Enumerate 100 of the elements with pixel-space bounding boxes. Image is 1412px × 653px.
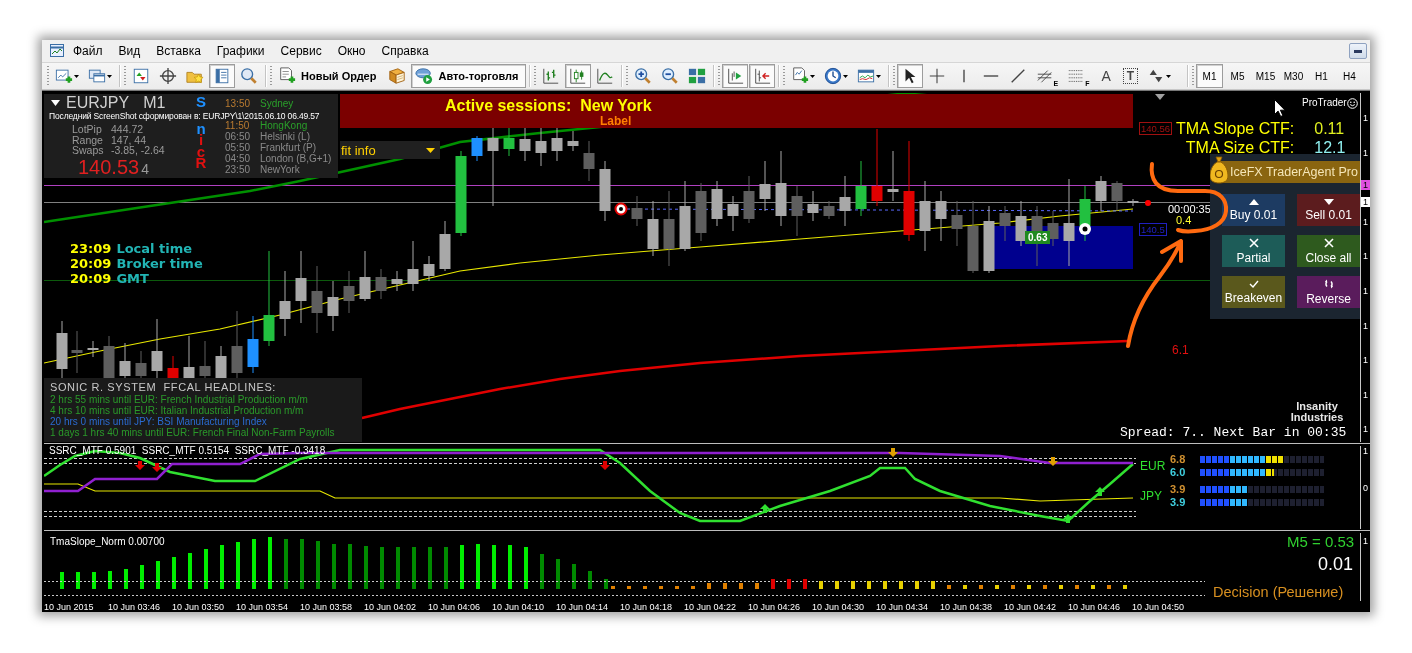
histogram-bar [364,545,368,589]
clock-icon[interactable] [823,67,842,85]
tma-value: 12.1 [1313,138,1347,157]
candlestick [1015,200,1027,247]
timeframe-button[interactable]: M15 [1252,64,1279,88]
candlestick [519,127,531,162]
candlestick [343,270,355,314]
signal-bar [1011,584,1015,589]
candlestick [279,270,291,337]
status-text: Spread: 7.. Next Bar in 00:35 [1120,426,1347,440]
down-triangle-icon[interactable] [1323,198,1334,205]
headline-text: 2 hrs 55 mins until EUR: French Industrial Production m/m [50,394,309,405]
trade-button[interactable]: Breakeven [1222,276,1285,308]
caret-icon[interactable] [875,74,881,78]
candlestick [391,270,403,292]
histogram-bar [348,543,352,589]
time-axis-label: 10 Jun 04:26 [748,600,802,612]
check-icon[interactable] [1248,279,1259,288]
indicator-letter: R [195,157,207,169]
histogram-bar [588,570,592,589]
trade-button[interactable]: Reverse [1297,276,1360,308]
session-time: 11:50 [225,120,251,131]
menu-item[interactable]: Графики [208,41,273,61]
timeframe-button[interactable]: M1 [1196,64,1223,88]
menu-item[interactable]: Окно [329,41,374,61]
indicator-letter: i [198,134,204,146]
scale-label: 0 [1363,482,1368,493]
menu-item[interactable]: Вставка [148,41,209,61]
caret-icon[interactable] [842,74,848,78]
menu-item[interactable]: Файл [65,41,111,61]
template-icon[interactable] [856,67,875,85]
candlestick [199,340,211,380]
price-scale-label: 1 [1363,286,1368,296]
menu-item[interactable]: Справка [373,41,437,61]
money-bag-icon [1210,154,1228,184]
down-arrow-icon [888,447,898,457]
close-icon[interactable] [1248,237,1259,248]
auto-trading-button[interactable]: Авто-торговля [411,64,526,88]
minimize-icon[interactable] [1354,49,1362,53]
time-axis-label: 10 Jun 04:30 [812,600,866,612]
caret-icon[interactable] [107,74,112,78]
timeframe-button[interactable]: M5 [1224,64,1251,88]
caret-icon[interactable] [51,100,60,106]
caret-icon[interactable] [74,74,79,78]
stat-value: -3.85, -2.64 [111,145,165,156]
time-axis-label: 10 Jun 04:02 [364,600,418,612]
caret-icon[interactable] [1166,74,1172,78]
candlestick [1127,198,1139,207]
trade-button[interactable]: Close all [1297,235,1360,267]
profit-badge: 0.63 [1025,231,1051,244]
menu-item[interactable]: Вид [110,41,149,61]
trade-button[interactable]: Partial [1222,235,1285,267]
trade-button[interactable]: Sell 0.01 [1297,194,1360,226]
candlestick [311,265,323,334]
close-icon[interactable] [1323,237,1334,248]
cap-play-icon[interactable] [415,67,434,85]
chart-plus-icon[interactable] [55,67,73,85]
toolbar-button[interactable]: T [1118,64,1143,88]
reverse-icon[interactable] [1323,278,1334,289]
info-dropdown[interactable]: fit info [340,141,440,159]
candlestick [935,190,947,242]
menu-item[interactable]: Сервис [272,41,330,61]
document-plus-icon[interactable] [278,67,296,85]
signal-bar [675,585,679,589]
document-plus-icon[interactable] [790,67,809,85]
signal-bar [659,585,663,589]
hatched-lines-icon[interactable] [1035,67,1054,85]
signal-bar [1123,584,1127,589]
signal-bar [883,580,887,589]
new-order-button[interactable]: Новый Ордер [274,64,384,88]
strength-value: 6.8 [1170,452,1187,466]
price-digit: 4 [141,160,149,177]
minimize-button[interactable] [1349,43,1367,59]
indicator-letter: S [196,96,206,108]
timeframe-button[interactable]: M30 [1280,64,1307,88]
time-axis-label: 10 Jun 04:22 [684,600,738,612]
time-axis-label: 10 Jun 04:50 [1132,600,1186,612]
signal-bar [787,578,791,589]
timeframe-button[interactable]: H1 [1308,64,1335,88]
histogram-bar [556,558,560,589]
histogram-bar [396,546,400,589]
trade-button[interactable]: Buy 0.01 [1222,194,1285,226]
histogram-bar [508,544,512,589]
app-icon[interactable] [49,43,65,59]
timeframe-button[interactable]: H4 [1336,64,1363,88]
histogram-bar [92,571,96,589]
histogram-bar [252,538,256,589]
up-triangle-icon[interactable] [1248,198,1259,205]
candlestick [439,220,451,272]
histogram-bar [524,546,528,589]
down-arrow-icon [1048,456,1058,466]
windows-icon[interactable] [88,67,106,85]
toolbar-button[interactable]: A [1094,64,1118,88]
session-time: 06:50 [225,131,252,142]
headline-text: 4 hrs 10 mins until EUR: Italian Industrial Production m/m [50,405,305,416]
histogram-bar [172,556,176,589]
caret-icon[interactable] [426,147,435,153]
candlestick [839,175,851,227]
signal-bar [867,580,871,589]
caret-icon[interactable] [809,74,815,78]
